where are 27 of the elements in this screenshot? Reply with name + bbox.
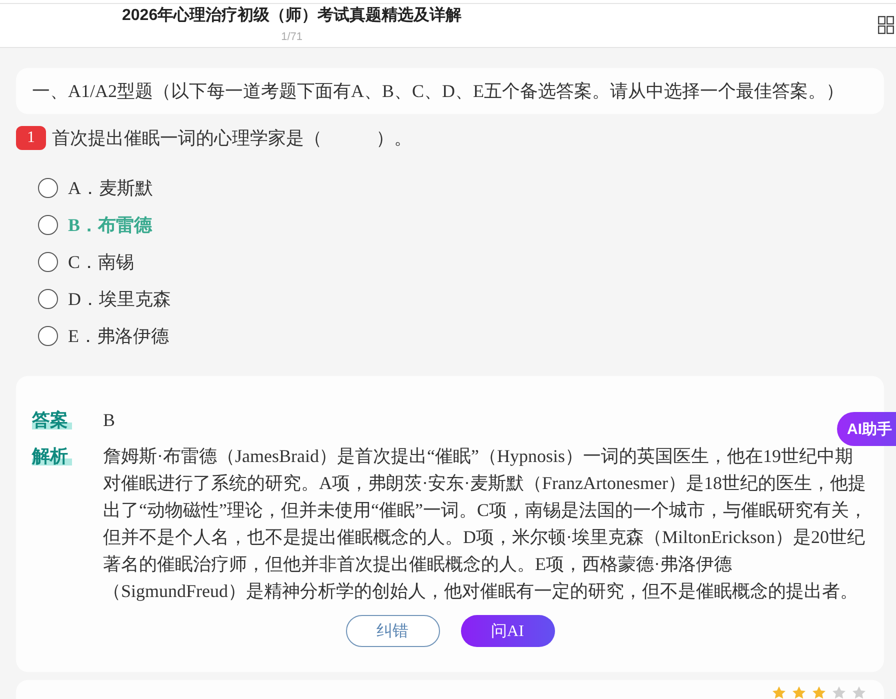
radio-button[interactable]	[38, 288, 58, 308]
filled-star-icon	[792, 686, 806, 699]
answer-label: 答案	[32, 410, 72, 431]
report-error-button[interactable]: 纠错	[346, 615, 440, 647]
section-heading: 一、A1/A2型题（以下每一道考题下面有A、B、C、D、E五个备选答案。请从中选择一个最佳答案。）	[32, 80, 844, 103]
question-counter: 1/71	[281, 30, 302, 44]
empty-star-icon	[852, 686, 866, 699]
radio-button[interactable]	[38, 178, 58, 198]
question-text: 首次提出催眠一词的心理学家是（ ）。	[52, 127, 412, 150]
ask-ai-button[interactable]: 问AI	[460, 615, 554, 647]
option-label[interactable]: D．埃里克森	[68, 286, 171, 310]
option-label[interactable]: A．麦斯默	[68, 176, 153, 200]
empty-star-icon	[832, 686, 846, 699]
question-number-badge: 1	[16, 126, 46, 150]
radio-button[interactable]	[38, 326, 58, 346]
option-label[interactable]: E．弗洛伊德	[68, 324, 169, 348]
grid-menu-icon[interactable]	[878, 16, 894, 34]
radio-button[interactable]	[38, 252, 58, 272]
filled-star-icon	[772, 686, 786, 699]
option-label[interactable]: C．南锡	[68, 250, 134, 274]
analysis-text: 詹姆斯·布雷德（JamesBraid）是首次提出“催眠”（Hypnosis）一词的英国医生，他在19世纪中期对催眠进行了系统的研究。A项，弗朗茨·安东·麦斯默（FranzArtonesmer）是18世纪的医生，他提出了“动物磁性”理论，但并未使用“催眠”一词。C项，南锡是法国的一个城市，与催眠研究有关，但并不是个人名，也不是提出催眠概念的人。D项，米尔顿·埃里克森（MiltonErickson）是20世纪著名的催眠治疗师，但他并非首次提出催眠概念的人。E项，西格蒙德·弗洛伊德（SigmundFreud）是精神分析学的创始人，他对催眠有一定的研究，但不是催眠概念的提出者。	[103, 445, 868, 603]
radio-button[interactable]	[38, 214, 58, 234]
answer-value: B	[103, 409, 116, 432]
ai-assistant-tab[interactable]: AI助手	[837, 412, 896, 446]
page-title: 2026年心理治疗初级（师）考试真题精选及详解	[122, 6, 462, 26]
filled-star-icon	[812, 686, 826, 699]
analysis-label: 解析	[32, 446, 72, 467]
